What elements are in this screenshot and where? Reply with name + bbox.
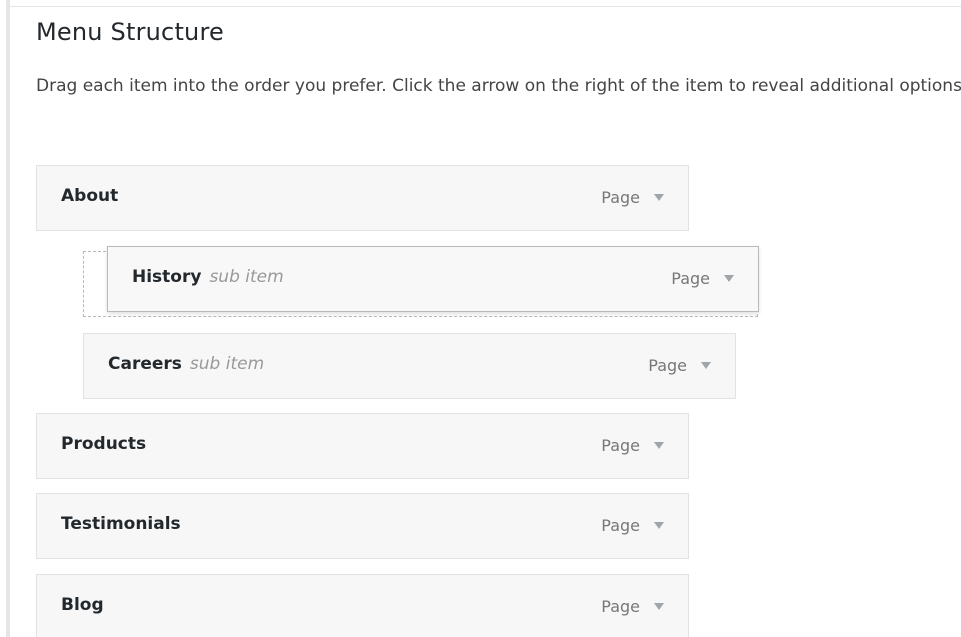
panel-top-border [6, 6, 961, 7]
triangle-down-icon[interactable] [699, 358, 713, 372]
menu-item-title: History sub item [132, 267, 284, 287]
menu-item-about[interactable]: About Page [36, 165, 689, 231]
menu-item-type: Page [601, 188, 640, 207]
panel-left-border [6, 0, 10, 637]
triangle-down-icon[interactable] [722, 271, 736, 285]
menu-item-type: Page [601, 516, 640, 535]
triangle-down-icon[interactable] [652, 599, 666, 613]
triangle-down-icon[interactable] [652, 190, 666, 204]
menu-item-type: Page [601, 436, 640, 455]
menu-item-label: Testimonials [61, 514, 181, 534]
menu-item-careers[interactable]: Careers sub item Page [83, 333, 736, 399]
menu-item-type: Page [648, 356, 687, 375]
menu-item-title: Careers sub item [108, 354, 264, 374]
menu-item-label: Products [61, 434, 147, 454]
menu-item-title: Blog [61, 595, 104, 615]
menu-item-sub-label: sub item [209, 267, 284, 287]
menu-item-label: Careers [108, 354, 182, 374]
menu-item-title: Testimonials [61, 514, 181, 534]
menu-item-type: Page [601, 597, 640, 616]
menu-item-label: Blog [61, 595, 104, 615]
menu-item-label: About [61, 186, 119, 206]
menu-structure-page: Menu Structure Drag each item into the o… [0, 0, 961, 637]
menu-item-testimonials[interactable]: Testimonials Page [36, 493, 689, 559]
menu-item-history[interactable]: History sub item Page [107, 246, 759, 312]
menu-item-blog[interactable]: Blog Page [36, 574, 689, 637]
menu-item-title: Products [61, 434, 146, 454]
menu-item-sub-label: sub item [189, 354, 265, 374]
menu-item-type: Page [671, 269, 710, 288]
menu-item-products[interactable]: Products Page [36, 413, 689, 479]
triangle-down-icon[interactable] [652, 438, 666, 452]
triangle-down-icon[interactable] [652, 518, 666, 532]
page-description: Drag each item into the order you prefer… [36, 76, 961, 96]
menu-item-title: About [61, 186, 118, 206]
page-title: Menu Structure [36, 18, 224, 46]
menu-item-label: History [132, 267, 202, 287]
